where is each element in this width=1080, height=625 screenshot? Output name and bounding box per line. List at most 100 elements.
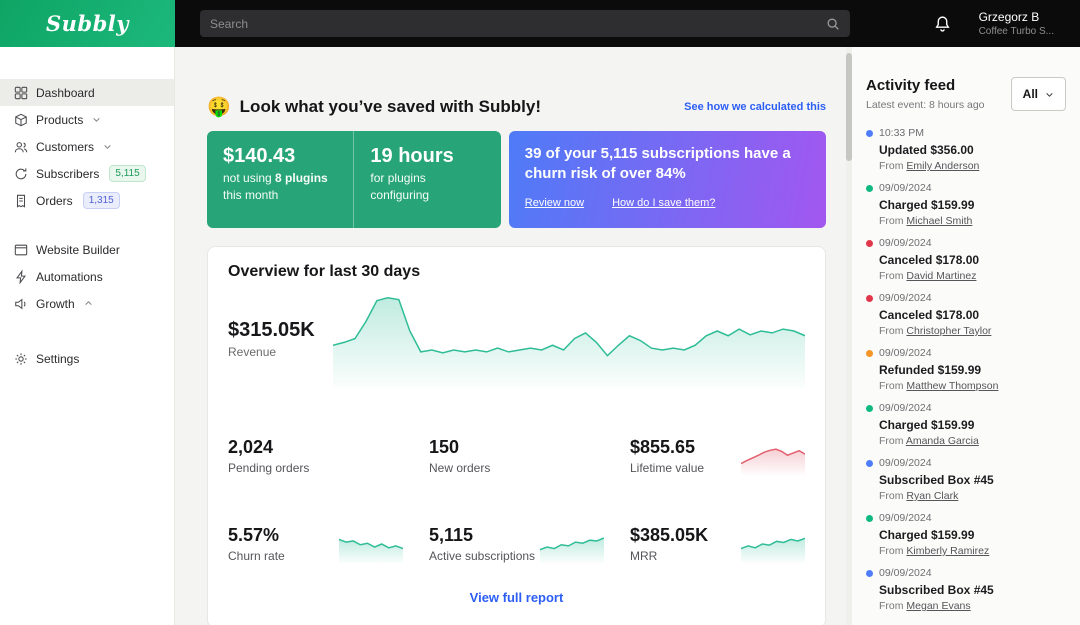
feed-event[interactable]: 09/09/2024 Refunded $159.99 From Matthew…: [866, 347, 1066, 393]
how-calculated-link[interactable]: See how we calculated this: [684, 101, 826, 113]
sidebar-item-label: Products: [36, 113, 83, 127]
sidebar-group-tools: Website Builder Automations Growth: [0, 236, 174, 317]
stat-label: MRR: [630, 549, 708, 563]
event-status-dot: [866, 295, 873, 302]
event-time: 09/09/2024: [879, 567, 932, 580]
event-action: Canceled $178.00: [879, 253, 1066, 268]
sidebar-item-growth[interactable]: Growth: [0, 290, 174, 317]
feed-event[interactable]: 09/09/2024 Charged $159.99 From Kimberly…: [866, 512, 1066, 558]
event-status-dot: [866, 405, 873, 412]
overview-card: Overview for last 30 days $315.05K Reven…: [207, 246, 826, 625]
sidebar-item-automations[interactable]: Automations: [0, 263, 174, 290]
savings-header: 🤑 Look what you’ve saved with Subbly! Se…: [207, 95, 826, 119]
main-content: 🤑 Look what you’ve saved with Subbly! Se…: [175, 47, 846, 625]
customer-link[interactable]: Michael Smith: [906, 215, 972, 227]
notifications-bell-icon[interactable]: [934, 15, 951, 32]
event-time: 09/09/2024: [879, 512, 932, 525]
event-time: 09/09/2024: [879, 237, 932, 250]
event-from: From Ryan Clark: [879, 490, 1066, 503]
dashboard-icon: [14, 86, 28, 100]
sidebar-item-label: Growth: [36, 297, 75, 311]
chevron-down-icon: [92, 115, 101, 124]
event-from: From David Martinez: [879, 270, 1066, 283]
money-saved-value: $140.43: [223, 145, 337, 168]
event-from: From Christopher Taylor: [879, 325, 1066, 338]
sidebar-item-orders[interactable]: Orders 1,315: [0, 187, 174, 214]
sidebar-item-subscribers[interactable]: Subscribers 5,115: [0, 160, 174, 187]
sidebar-item-settings[interactable]: Settings: [0, 345, 174, 372]
top-bar: Subbly Grzegorz B Coffee Turbo S...: [0, 0, 1080, 47]
event-time: 09/09/2024: [879, 292, 932, 305]
customer-link[interactable]: Matthew Thompson: [906, 380, 998, 392]
customer-link[interactable]: Ryan Clark: [906, 490, 958, 502]
event-time: 10:33 PM: [879, 127, 924, 140]
event-status-dot: [866, 240, 873, 247]
hours-saved-value: 19 hours: [370, 145, 484, 168]
subscribers-count-badge: 5,115: [109, 165, 145, 182]
customer-link[interactable]: Kimberly Ramirez: [906, 545, 989, 557]
event-time: 09/09/2024: [879, 347, 932, 360]
feed-event[interactable]: 09/09/2024 Charged $159.99 From Michael …: [866, 182, 1066, 228]
event-from: From Michael Smith: [879, 215, 1066, 228]
search-input[interactable]: [210, 17, 826, 31]
customer-link[interactable]: Megan Evans: [906, 600, 970, 612]
automations-icon: [14, 270, 28, 284]
search-bar[interactable]: [200, 10, 850, 37]
activity-feed-panel: Activity feed Latest event: 8 hours ago …: [852, 47, 1080, 625]
customer-link[interactable]: Christopher Taylor: [906, 325, 991, 337]
event-from: From Megan Evans: [879, 600, 1066, 613]
hours-saved-line1: for plugins: [370, 171, 484, 185]
stat-value: 5.57%: [228, 525, 285, 546]
lifetime-value-sparkline: [741, 437, 805, 475]
customer-link[interactable]: David Martinez: [906, 270, 976, 282]
user-name: Grzegorz B: [979, 10, 1054, 24]
revenue-chart-row: $315.05K Revenue: [228, 293, 805, 388]
feed-event[interactable]: 09/09/2024 Charged $159.99 From Amanda G…: [866, 402, 1066, 448]
event-status-dot: [866, 460, 873, 467]
stat-value: 5,115: [429, 525, 535, 546]
sidebar-item-customers[interactable]: Customers: [0, 133, 174, 160]
website-builder-icon: [14, 243, 28, 257]
money-face-emoji: 🤑: [207, 95, 231, 119]
stat-label: Churn rate: [228, 549, 285, 563]
event-from: From Amanda Garcia: [879, 435, 1066, 448]
money-saved-block: $140.43 not using 8 plugins this month: [207, 131, 353, 228]
how-save-them-link[interactable]: How do I save them?: [612, 197, 715, 209]
user-menu[interactable]: Grzegorz B Coffee Turbo S...: [979, 10, 1054, 37]
event-status-dot: [866, 185, 873, 192]
sidebar-item-website-builder[interactable]: Website Builder: [0, 236, 174, 263]
stat-value: 2,024: [228, 437, 309, 458]
sidebar-item-label: Subscribers: [36, 167, 99, 181]
feed-event[interactable]: 10:33 PM Updated $356.00 From Emily Ande…: [866, 127, 1066, 173]
stat-new-orders: 150 New orders: [429, 434, 604, 478]
sidebar-item-dashboard[interactable]: Dashboard: [0, 79, 174, 106]
stat-active-subscriptions: 5,115 Active subscriptions: [429, 522, 604, 566]
customer-link[interactable]: Amanda Garcia: [906, 435, 979, 447]
stat-value: 150: [429, 437, 490, 458]
feed-filter-label: All: [1023, 87, 1038, 101]
user-store-name: Coffee Turbo S...: [979, 26, 1054, 37]
stat-mrr: $385.05K MRR: [630, 522, 805, 566]
hours-saved-block: 19 hours for plugins configuring: [353, 131, 500, 228]
event-action: Subscribed Box #45: [879, 473, 1066, 488]
subbly-logo[interactable]: Subbly: [0, 0, 175, 47]
overview-title: Overview for last 30 days: [228, 263, 805, 281]
feed-event[interactable]: 09/09/2024 Subscribed Box #45 From Ryan …: [866, 457, 1066, 503]
money-saved-line2: this month: [223, 188, 337, 202]
feed-event[interactable]: 09/09/2024 Canceled $178.00 From Christo…: [866, 292, 1066, 338]
chevron-down-icon: [103, 142, 112, 151]
feed-event[interactable]: 09/09/2024 Canceled $178.00 From David M…: [866, 237, 1066, 283]
customer-link[interactable]: Emily Anderson: [906, 160, 979, 172]
search-icon: [826, 17, 840, 31]
event-action: Charged $159.99: [879, 198, 1066, 213]
review-now-link[interactable]: Review now: [525, 197, 584, 209]
event-status-dot: [866, 130, 873, 137]
view-full-report-link[interactable]: View full report: [228, 590, 805, 605]
event-time: 09/09/2024: [879, 182, 932, 195]
sidebar-item-label: Website Builder: [36, 243, 120, 257]
feed-event[interactable]: 09/09/2024 Subscribed Box #45 From Megan…: [866, 567, 1066, 613]
event-from: From Emily Anderson: [879, 160, 1066, 173]
activity-feed-list: 10:33 PM Updated $356.00 From Emily Ande…: [866, 127, 1066, 613]
sidebar-item-products[interactable]: Products: [0, 106, 174, 133]
feed-filter-dropdown[interactable]: All: [1011, 77, 1066, 111]
